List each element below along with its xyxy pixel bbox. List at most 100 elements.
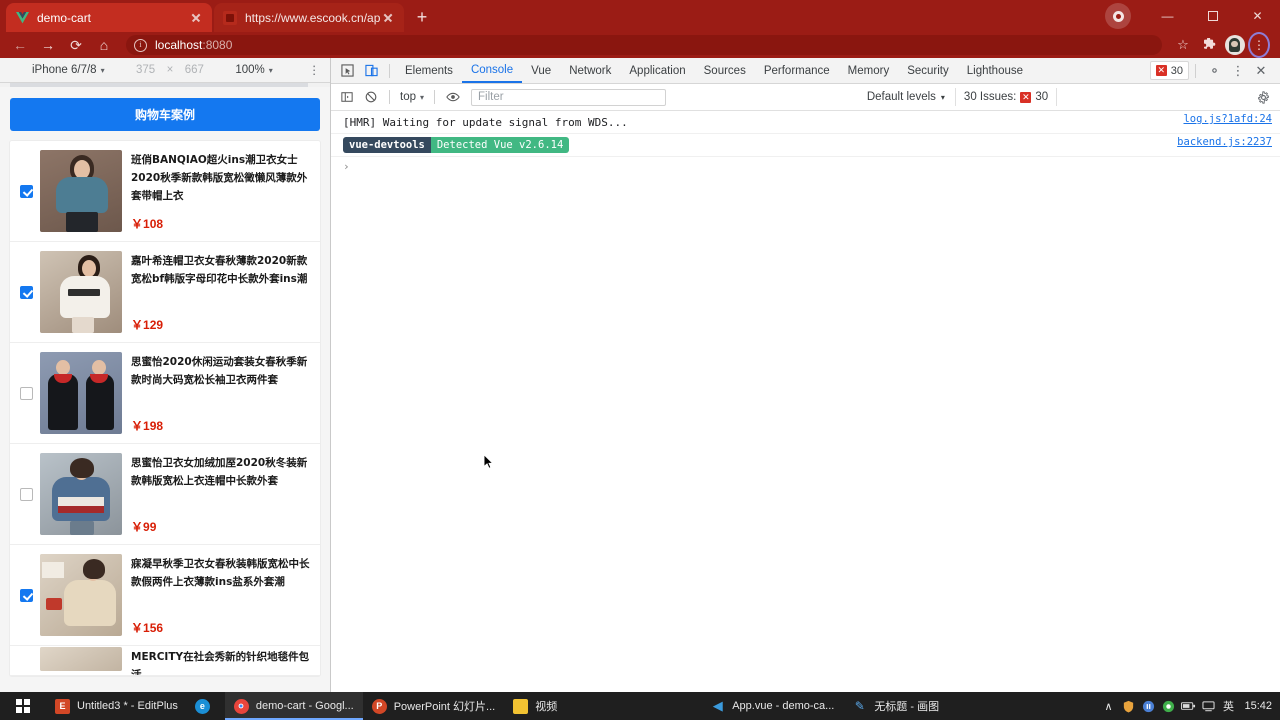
taskbar-item-label: 无标题 - 画图	[874, 701, 940, 713]
error-count-badge[interactable]: ✕ 30	[1149, 61, 1189, 80]
avatar-icon[interactable]	[1222, 33, 1248, 57]
devtools-tab-application[interactable]: Application	[620, 59, 694, 83]
error-icon: ✕	[1155, 65, 1167, 76]
console-settings-icon[interactable]	[1252, 86, 1276, 108]
taskbar-item-video-folder[interactable]: 视频	[504, 692, 566, 720]
devtools-more-icon[interactable]: ⋮	[1226, 60, 1250, 82]
console-filter-input[interactable]: Filter	[471, 88, 667, 106]
chevron-down-icon: ▾	[268, 65, 273, 75]
taskbar-item-label: 视频	[535, 701, 558, 713]
shield-icon[interactable]	[1118, 692, 1138, 720]
cart-item[interactable]: MERCITY在社会秀新的针织地毯件包活	[10, 646, 320, 676]
inspect-element-icon[interactable]	[335, 60, 359, 82]
cart-item-checkbox[interactable]	[20, 285, 33, 299]
device-more-button[interactable]: ⋮	[309, 63, 321, 77]
device-width-input[interactable]: 375	[131, 64, 161, 76]
devtools-tab-sources[interactable]: Sources	[695, 59, 755, 83]
devtools-tab-network[interactable]: Network	[560, 59, 620, 83]
devtools-tab-vue[interactable]: Vue	[522, 59, 560, 83]
tab-close-icon[interactable]	[188, 10, 204, 26]
live-expression-eye-icon[interactable]	[441, 86, 465, 108]
network-icon[interactable]	[1198, 692, 1218, 720]
console-filter-bar: top ▾ Filter Default levels ▾ 30 Issues:…	[331, 84, 1280, 111]
cart-item-title: 嘉叶希连帽卫衣女春秋薄款2020新款宽松bf韩版字母印花中长款外套ins潮	[131, 255, 308, 285]
ime-language-indicator[interactable]: 英	[1218, 692, 1238, 720]
console-line[interactable]: [HMR] Waiting for update signal from WDS…	[331, 111, 1280, 134]
console-output[interactable]: [HMR] Waiting for update signal from WDS…	[331, 111, 1280, 694]
windows-logo-icon	[16, 699, 30, 713]
cart-item-checkbox[interactable]	[20, 487, 33, 501]
cart-item-checkbox[interactable]	[20, 386, 33, 400]
back-icon[interactable]: ←	[6, 33, 34, 57]
taskbar-item-edge[interactable]: e	[187, 692, 225, 720]
devtools-tab-console[interactable]: Console	[461, 59, 523, 83]
cart-item[interactable]: 嘉叶希连帽卫衣女春秋薄款2020新款宽松bf韩版字母印花中长款外套ins潮 ￥1…	[10, 242, 320, 343]
console-line[interactable]: vue-devtools Detected Vue v2.6.14 backen…	[331, 134, 1280, 157]
edge-icon: e	[194, 698, 210, 714]
browser-tab-demo-cart[interactable]: demo-cart	[6, 3, 212, 32]
clear-console-icon[interactable]	[359, 86, 383, 108]
devtools-close-icon[interactable]: ✕	[1250, 60, 1272, 82]
start-button[interactable]	[0, 692, 46, 720]
cart-item[interactable]: 思蜜怡卫衣女加绒加厔2020秋冬装新款韩版宽松上衣连帽中长款外套 ￥99	[10, 444, 320, 545]
powerpoint-icon: P	[371, 698, 387, 714]
maximize-button[interactable]	[1190, 0, 1235, 32]
device-select[interactable]: iPhone 6/7/8 ▾	[32, 64, 105, 76]
minimize-button[interactable]: —	[1145, 0, 1190, 32]
devtools-tab-lighthouse[interactable]: Lighthouse	[958, 59, 1032, 83]
devtools-tab-memory[interactable]: Memory	[839, 59, 899, 83]
cart-item-thumbnail	[40, 352, 122, 434]
console-sidebar-icon[interactable]	[335, 86, 359, 108]
taskbar-item-paint[interactable]: ✎ 无标题 - 画图	[843, 692, 948, 720]
taskbar-item-powerpoint[interactable]: P PowerPoint 幻灯片...	[363, 692, 504, 720]
browser-tab-escook[interactable]: https://www.escook.cn/api/ca	[214, 3, 404, 32]
address-bar[interactable]: i localhost:8080	[126, 35, 1162, 55]
tray-expand-chevron-icon[interactable]: ∧	[1098, 692, 1118, 720]
taskbar-item-editplus[interactable]: E Untitled3 * - EditPlus	[46, 692, 187, 720]
error-count-value: 30	[1170, 64, 1183, 77]
devtools-tab-bar: Elements Console Vue Network Application…	[331, 58, 1280, 84]
record-circle-icon[interactable]	[1158, 692, 1178, 720]
taskbar-item-vscode[interactable]: ◀ App.vue - demo-ca...	[701, 692, 843, 720]
device-select-value: iPhone 6/7/8	[32, 64, 97, 76]
console-message-text: [HMR] Waiting for update signal from WDS…	[343, 115, 628, 129]
cart-item[interactable]: 寐凝早秋季卫衣女春秋装韩版宽松中长款假两件上衣薄款ins盐系外套潮 ￥156	[10, 545, 320, 646]
home-icon[interactable]: ⌂	[90, 33, 118, 57]
taskbar-clock[interactable]: 15:42	[1244, 700, 1272, 712]
console-levels-select[interactable]: Default levels ▾	[867, 91, 945, 103]
console-source-link[interactable]: backend.js:2237	[1177, 136, 1272, 148]
cart-item-checkbox[interactable]	[20, 184, 33, 198]
console-context-select[interactable]: top ▾	[396, 88, 428, 106]
cart-item-checkbox[interactable]	[20, 588, 33, 602]
cart-item-title: 班俏BANQIAO超火ins潮卫衣女士2020秋季新款韩版宽松徵懒风薄款外套带帽…	[131, 154, 308, 202]
vscode-icon: ◀	[712, 698, 723, 713]
console-issues-button[interactable]: 30 Issues: ✕ 30	[954, 88, 1058, 106]
cart-list: 班俏BANQIAO超火ins潮卫衣女士2020秋季新款韩版宽松徵懒风薄款外套带帽…	[10, 141, 320, 676]
profile-badge-icon[interactable]	[1105, 3, 1131, 29]
devtools-tab-performance[interactable]: Performance	[755, 59, 839, 83]
console-source-link[interactable]: log.js?1afd:24	[1183, 113, 1272, 125]
browser-menu-button[interactable]: ⋮	[1248, 32, 1274, 58]
pause-circle-icon[interactable]	[1138, 692, 1158, 720]
forward-icon[interactable]: →	[34, 33, 62, 57]
bookmark-star-icon[interactable]: ☆	[1170, 33, 1196, 57]
devtools-settings-icon[interactable]	[1202, 60, 1226, 82]
site-info-icon[interactable]: i	[134, 38, 147, 52]
console-prompt[interactable]: ›	[331, 157, 1280, 176]
device-zoom-select[interactable]: 100% ▾	[235, 64, 272, 76]
device-toolbar-icon[interactable]	[359, 60, 383, 82]
taskbar-item-chrome[interactable]: demo-cart - Googl...	[224, 692, 363, 720]
new-tab-button[interactable]: +	[410, 6, 434, 30]
vue-devtools-tag-value: Detected Vue v2.6.14	[430, 137, 570, 153]
cart-item[interactable]: 思蜜怡2020休闲运动套装女春秋季新款时尚大码宽松长袖卫衣两件套 ￥198	[10, 343, 320, 444]
battery-icon[interactable]	[1178, 692, 1198, 720]
device-height-input[interactable]: 667	[179, 64, 209, 76]
tab-close-icon[interactable]	[380, 10, 396, 26]
extensions-puzzle-icon[interactable]	[1196, 33, 1222, 57]
issues-error-icon: ✕	[1020, 91, 1032, 103]
devtools-tab-elements[interactable]: Elements	[396, 59, 462, 83]
cart-item[interactable]: 班俏BANQIAO超火ins潮卫衣女士2020秋季新款韩版宽松徵懒风薄款外套带帽…	[10, 141, 320, 242]
reload-icon[interactable]: ⟳	[62, 33, 90, 57]
close-button[interactable]: ✕	[1235, 0, 1280, 32]
devtools-tab-security[interactable]: Security	[898, 59, 958, 83]
